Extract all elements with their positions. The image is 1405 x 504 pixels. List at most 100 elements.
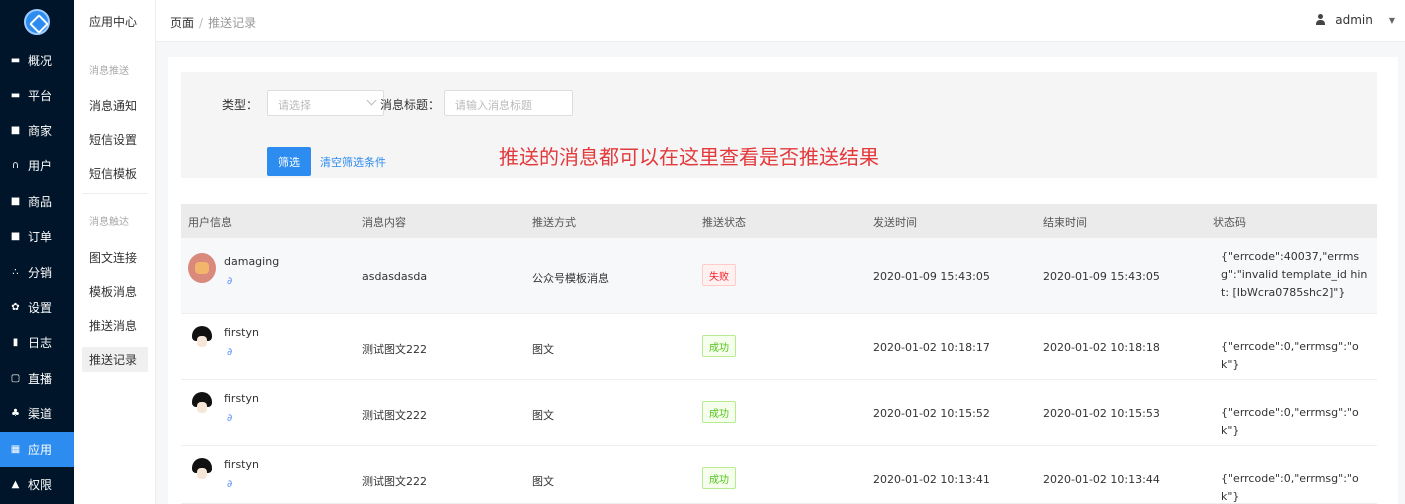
sidebar-item-users[interactable]: ∩ 用户 xyxy=(0,148,74,183)
sidebar-item-label: 应用 xyxy=(28,443,53,457)
top-header: 页面 / 推送记录 admin ▼ xyxy=(156,0,1405,42)
live-icon: ▢ xyxy=(10,372,21,384)
filter-panel: 类型： 请选择 消息标题： 请输入消息标题 筛选 清空筛选条件 推送的消息都可以… xyxy=(181,72,1377,178)
status-code: {"errcode":0,"errmsg":"ok"} xyxy=(1221,340,1359,371)
sidebar-item-label: 订单 xyxy=(28,230,53,244)
sidebar-item-label: 渠道 xyxy=(28,407,53,421)
submenu-item-sms-settings[interactable]: 短信设置 xyxy=(82,127,148,152)
column-header: 推送状态 xyxy=(702,216,746,229)
sent-time: 2020-01-02 10:18:17 xyxy=(873,341,990,354)
submenu-group-label: 消息推送 xyxy=(89,66,129,77)
sidebar-item-label: 用户 xyxy=(28,159,53,173)
column-header: 结束时间 xyxy=(1043,216,1087,229)
message-content: 测试图文222 xyxy=(362,343,427,356)
submenu-item-article-link[interactable]: 图文连接 xyxy=(82,245,148,270)
end-time: 2020-01-02 10:15:53 xyxy=(1043,407,1160,420)
link-icon[interactable]: ∂ xyxy=(227,347,232,358)
user-name: firstyn xyxy=(224,392,259,405)
lock-icon: ▲ xyxy=(11,478,20,490)
submenu-item-sms-template[interactable]: 短信模板 xyxy=(82,161,148,186)
sidebar-item-label: 权限 xyxy=(28,478,53,492)
table-header: 用户信息 消息内容 推送方式 推送状态 发送时间 结束时间 状态码 xyxy=(181,204,1377,238)
push-method: 图文 xyxy=(532,409,554,422)
sidebar-item-overview[interactable]: ▬ 概况 xyxy=(0,43,74,78)
sidebar-item-live[interactable]: ▢ 直播 xyxy=(0,361,74,396)
user-menu[interactable]: admin ▼ xyxy=(1315,13,1395,27)
sidebar-item-distribution[interactable]: ∴ 分销 xyxy=(0,255,74,290)
main-sidebar: ▬ 概况 ▬ 平台 ■ 商家 ∩ 用户 ■ 商品 ■ 订单 ∴ 分销 ✿ 设置 ▮ 日志 ▢ 直播 … xyxy=(0,0,74,504)
sidebar-item-label: 平台 xyxy=(28,89,53,103)
column-header: 消息内容 xyxy=(362,216,406,229)
sidebar-item-label: 设置 xyxy=(28,301,53,315)
submenu-group-label: 消息触达 xyxy=(89,217,129,228)
sidebar-item-goods[interactable]: ■ 商品 xyxy=(0,184,74,219)
type-select[interactable]: 请选择 xyxy=(267,90,384,116)
status-code: {"errcode":0,"errmsg":"ok"} xyxy=(1221,472,1359,503)
table-row: firstyn ∂ 测试图文222 图文 成功 2020-01-02 10:15… xyxy=(181,380,1377,446)
sidebar-item-orders[interactable]: ■ 订单 xyxy=(0,219,74,254)
sidebar-item-merchant[interactable]: ■ 商家 xyxy=(0,113,74,148)
chevron-down-icon xyxy=(366,95,377,106)
clear-filter-link[interactable]: 清空筛选条件 xyxy=(320,154,386,170)
caret-down-icon: ▼ xyxy=(1388,15,1395,25)
sidebar-item-label: 商家 xyxy=(28,124,53,138)
sidebar-item-label: 商品 xyxy=(28,195,53,209)
user-icon xyxy=(1315,14,1326,26)
breadcrumb-root[interactable]: 页面 xyxy=(170,16,194,30)
push-method: 公众号模板消息 xyxy=(532,272,609,285)
status-badge: 成功 xyxy=(702,467,736,489)
sidebar-item-permissions[interactable]: ▲ 权限 xyxy=(0,467,74,502)
user-name: firstyn xyxy=(224,326,259,339)
table-row: firstyn ∂ 测试图文222 图文 成功 2020-01-02 10:13… xyxy=(181,446,1377,504)
user-name: firstyn xyxy=(224,458,259,471)
link-icon[interactable]: ∂ xyxy=(227,413,232,424)
filter-button[interactable]: 筛选 xyxy=(267,147,311,176)
app-root: ▬ 概况 ▬ 平台 ■ 商家 ∩ 用户 ■ 商品 ■ 订单 ∴ 分销 ✿ 设置 ▮ 日志 ▢ 直播 … xyxy=(0,0,1405,504)
breadcrumb-separator: / xyxy=(199,16,204,30)
sidebar-item-channel[interactable]: ♣ 渠道 xyxy=(0,396,74,431)
sidebar-item-label: 日志 xyxy=(28,336,53,350)
submenu-divider xyxy=(82,193,148,194)
end-time: 2020-01-02 10:13:44 xyxy=(1043,473,1160,486)
column-header: 状态码 xyxy=(1213,216,1246,229)
apps-icon: ▦ xyxy=(10,443,21,455)
push-method: 图文 xyxy=(532,343,554,356)
submenu-item-push-records[interactable]: 推送记录 xyxy=(82,347,148,372)
column-header: 发送时间 xyxy=(873,216,917,229)
submenu-item-push-message[interactable]: 推送消息 xyxy=(82,313,148,338)
submenu-item-template-message[interactable]: 模板消息 xyxy=(82,279,148,304)
link-icon[interactable]: ∂ xyxy=(227,276,232,287)
sidebar-item-platform[interactable]: ▬ 平台 xyxy=(0,78,74,113)
column-header: 用户信息 xyxy=(188,216,232,229)
store-icon: ■ xyxy=(10,124,21,136)
sidebar-item-apps[interactable]: ▦ 应用 xyxy=(0,432,74,467)
log-icon: ▮ xyxy=(12,336,19,348)
status-badge: 失败 xyxy=(702,264,736,286)
user-name: damaging xyxy=(224,255,280,268)
order-icon: ■ xyxy=(10,230,21,242)
table-row: damaging ∂ asdasdasda 公众号模板消息 失败 2020-01… xyxy=(181,238,1377,314)
status-code: {"errcode":40037,"errmsg":"invalid templ… xyxy=(1221,250,1368,299)
submenu-title: 应用中心 xyxy=(89,14,138,29)
channel-icon: ♣ xyxy=(11,407,20,419)
user-name: admin xyxy=(1335,13,1373,27)
app-center-menu: 应用中心 消息推送 消息通知 短信设置 短信模板 消息触达 图文连接 模板消息 … xyxy=(74,0,156,504)
annotation-text: 推送的消息都可以在这里查看是否推送结果 xyxy=(499,145,879,169)
sidebar-item-settings[interactable]: ✿ 设置 xyxy=(0,290,74,325)
title-input-placeholder: 请输入消息标题 xyxy=(455,99,532,112)
sent-time: 2020-01-02 10:13:41 xyxy=(873,473,990,486)
app-logo-icon[interactable] xyxy=(24,9,50,35)
monitor-icon: ▬ xyxy=(10,54,21,66)
message-content: asdasdasda xyxy=(362,270,428,283)
sent-time: 2020-01-09 15:43:05 xyxy=(873,270,990,283)
end-time: 2020-01-09 15:43:05 xyxy=(1043,270,1160,283)
submenu-item-message-notify[interactable]: 消息通知 xyxy=(82,93,148,118)
link-icon[interactable]: ∂ xyxy=(227,479,232,490)
title-input[interactable]: 请输入消息标题 xyxy=(444,90,573,116)
sidebar-item-label: 直播 xyxy=(28,372,53,386)
sidebar-item-logs[interactable]: ▮ 日志 xyxy=(0,325,74,360)
message-content: 测试图文222 xyxy=(362,409,427,422)
type-label: 类型： xyxy=(222,98,259,112)
end-time: 2020-01-02 10:18:18 xyxy=(1043,341,1160,354)
avatar xyxy=(188,456,216,486)
